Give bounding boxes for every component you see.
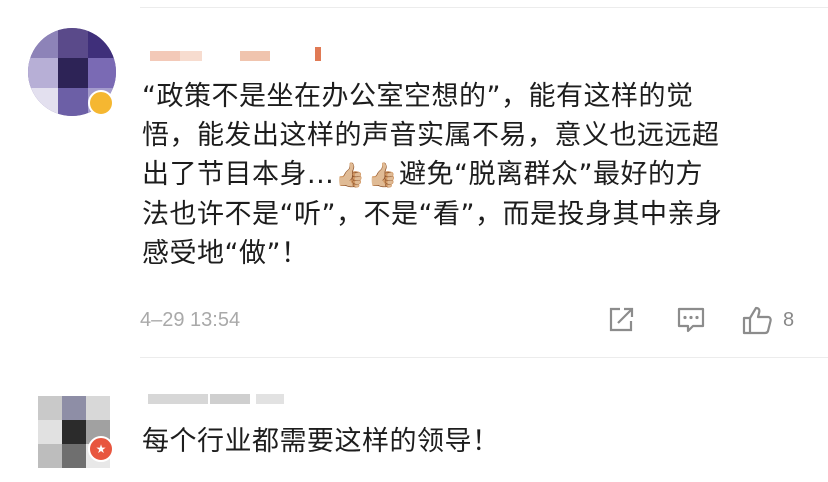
comment-item: ★ 每个行业都需要这样的领导！ xyxy=(0,358,828,482)
comment-line: 悟，能发出这样的声音实属不易，意义也远远超 xyxy=(142,120,720,151)
comment-text: “政策不是坐在办公室空想的”，能有这样的觉 悟，能发出这样的声音实属不易，意义也… xyxy=(142,77,802,273)
verified-badge-icon: ★ xyxy=(88,436,114,462)
like-count: 8 xyxy=(783,308,795,331)
share-button[interactable] xyxy=(606,305,636,335)
reply-button[interactable] xyxy=(676,305,706,335)
thumbs-up-emoji-icon: 👍🏼 xyxy=(367,161,399,189)
comment-item: “政策不是坐在办公室空想的”，能有这样的觉 悟，能发出这样的声音实属不易，意义也… xyxy=(0,0,828,357)
comment-line-segment: 避免“脱离群众”最好的方 xyxy=(399,159,704,190)
like-button[interactable]: 8 xyxy=(741,305,794,335)
comment-text: 每个行业都需要这样的领导！ xyxy=(142,426,500,457)
comment-line: “政策不是坐在办公室空想的”，能有这样的觉 xyxy=(142,81,694,112)
comment-line: 法也许不是“听”，不是“看”，而是投身其中亲身 xyxy=(142,199,723,230)
comment-timestamp: 4–29 13:54 xyxy=(140,309,241,331)
thumbs-up-emoji-icon: 👍🏼 xyxy=(335,161,366,189)
username-redacted xyxy=(148,392,288,406)
reply-icon xyxy=(677,307,705,333)
comment-line: 出了节目本身...👍🏼👍🏼避免“脱离群众”最好的方 xyxy=(142,155,802,195)
username-redacted xyxy=(150,47,330,61)
verified-badge-icon xyxy=(88,90,114,116)
thumbs-up-icon xyxy=(742,306,772,335)
comment-line-segment: 出了节目本身... xyxy=(142,159,335,190)
comment-line: 感受地“做”！ xyxy=(142,238,309,269)
share-icon xyxy=(609,307,634,332)
